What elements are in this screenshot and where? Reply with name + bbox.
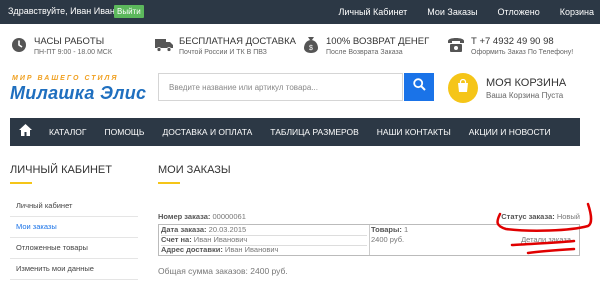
money-bag-icon: $ — [302, 36, 320, 54]
order-details-box: Дата заказа: 20.03.2015 Счет на: Иван Ив… — [158, 224, 580, 256]
order-price: 2400 руб. — [371, 235, 405, 244]
order-status-label: Статус заказа: — [501, 212, 555, 221]
order-header: Номер заказа: 00000061 Статус заказа: Но… — [158, 212, 580, 224]
info-phone: Т +7 4932 49 90 98 Оформить Заказ По Тел… — [447, 36, 573, 66]
shopping-bag-icon — [456, 78, 470, 98]
order-number: 00000061 — [212, 212, 246, 221]
info-delivery: Бесплатная доставка Почтой России И ТК В… — [155, 36, 296, 66]
info-hours: Часы работы ПН-ПТ 9:00 - 18.00 МСК — [10, 36, 112, 66]
info-phone-title[interactable]: Т +7 4932 49 90 98 — [471, 36, 573, 48]
sidebar-menu: Личный кабинет Мои заказы Отложенные тов… — [10, 196, 138, 280]
logo-tagline: МИР ВАШЕГО СТИЛЯ — [12, 75, 119, 82]
order-date: 20.03.2015 — [208, 225, 247, 234]
order-items-column: Товары: 1 2400 руб. — [371, 225, 491, 255]
order-invoice-label: Счет на: — [161, 235, 192, 244]
nav-item-catalog[interactable]: Каталог — [40, 127, 96, 137]
order-info-column: Дата заказа: 20.03.2015 Счет на: Иван Ив… — [159, 225, 370, 255]
info-phone-subtitle: Оформить Заказ По Телефону! — [471, 49, 574, 56]
sidebar-title-underline — [10, 182, 32, 184]
top-link-cart[interactable]: Корзина — [560, 7, 594, 17]
order-date-label: Дата заказа: — [161, 225, 207, 234]
top-links: Личный Кабинет Мои Заказы Отложено Корзи… — [338, 0, 594, 24]
nav-item-promos[interactable]: Акции и новости — [460, 127, 560, 137]
info-delivery-title: Бесплатная доставка — [179, 36, 296, 47]
order-items-label: Товары: — [371, 225, 402, 234]
cart-button[interactable] — [448, 73, 478, 103]
order-number-label: Номер заказа: — [158, 212, 211, 221]
info-refund-title: 100% возврат денег — [326, 36, 430, 47]
top-link-orders[interactable]: Мои Заказы — [427, 7, 477, 17]
order-details-link[interactable]: Детали заказа — [521, 235, 571, 245]
order-status-value: Новый — [556, 212, 580, 221]
info-refund: $ 100% возврат денег После Возврата Зака… — [302, 36, 429, 66]
order-address-label: Адрес доставки: — [161, 245, 223, 254]
cart-status: Ваша Корзина Пуста — [486, 91, 564, 100]
search-button[interactable] — [404, 73, 434, 101]
order-address-row: Адрес доставки: Иван Иванович — [161, 245, 367, 255]
search-icon — [412, 78, 426, 96]
orders-total: Общая сумма заказов: 2400 руб. — [158, 266, 288, 276]
nav-item-delivery[interactable]: Доставка и оплата — [153, 127, 261, 137]
main-nav: Каталог Помощь Доставка и оплата Таблица… — [10, 118, 580, 146]
nav-item-contacts[interactable]: Наши контакты — [368, 127, 460, 137]
svg-text:$: $ — [309, 45, 313, 52]
top-link-account[interactable]: Личный Кабинет — [338, 7, 407, 17]
info-refund-subtitle: После Возврата Заказа — [326, 49, 403, 56]
sidebar-item-orders[interactable]: Мои заказы — [10, 217, 138, 238]
order-address: Иван Иванович — [224, 245, 279, 254]
info-delivery-subtitle: Почтой России И ТК В ПВЗ — [179, 49, 267, 56]
phone-icon — [447, 36, 465, 54]
truck-icon — [155, 36, 173, 54]
logout-button[interactable]: Выйти — [114, 5, 144, 18]
logo-name: Милашка Элис — [10, 83, 147, 103]
order-items-count: 1 — [403, 225, 409, 234]
search-input[interactable] — [158, 73, 403, 101]
sidebar-item-wishlist[interactable]: Отложенные товары — [10, 238, 138, 259]
order-status: Статус заказа: Новый — [501, 212, 580, 221]
info-hours-title: Часы работы — [34, 36, 105, 47]
nav-item-sizes[interactable]: Таблица размеров — [261, 127, 368, 137]
site-logo[interactable]: МИР ВАШЕГО СТИЛЯ Милашка Элис — [10, 74, 150, 108]
clock-icon — [10, 36, 28, 54]
home-icon — [18, 123, 32, 141]
home-button[interactable] — [10, 118, 40, 146]
page-title: Мои заказы — [158, 164, 231, 176]
top-link-wishlist[interactable]: Отложено — [498, 7, 540, 17]
sidebar-title: Личный кабинет — [10, 164, 112, 176]
page-title-underline — [158, 182, 180, 184]
sidebar-item-edit-profile[interactable]: Изменить мои данные — [10, 259, 138, 280]
top-bar: Здравствуйте, Иван Иванович ! Выйти Личн… — [0, 0, 600, 24]
sidebar-item-account[interactable]: Личный кабинет — [10, 196, 138, 217]
cart-title[interactable]: Моя корзина — [486, 77, 566, 89]
info-hours-subtitle: ПН-ПТ 9:00 - 18.00 МСК — [34, 49, 112, 56]
order-invoice: Иван Иванович — [193, 235, 248, 244]
nav-item-help[interactable]: Помощь — [96, 127, 154, 137]
